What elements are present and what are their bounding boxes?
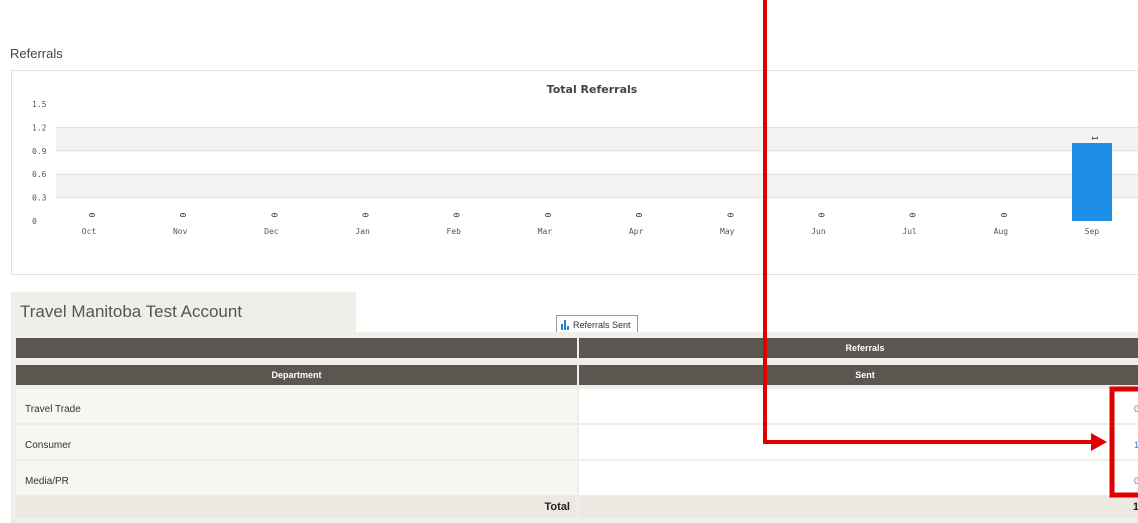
table-header-department: Department [16, 365, 577, 385]
legend-label: Referrals Sent [573, 320, 631, 330]
y-tick-label: 0.9 [32, 147, 47, 156]
x-tick-label: Feb [447, 227, 462, 236]
account-name-tab: Travel Manitoba Test Account [11, 292, 356, 332]
x-tick-label: Nov [173, 227, 188, 236]
data-label: 0 [999, 213, 1008, 218]
data-label: 1 [1090, 136, 1099, 141]
y-tick-label: 1.2 [32, 123, 47, 132]
x-tick-label: Jun [811, 227, 826, 236]
data-label: 0 [361, 213, 370, 218]
data-label: 0 [178, 213, 187, 218]
table-row-department: Travel Trade [16, 389, 577, 423]
section-title: Referrals [10, 46, 63, 61]
y-tick-label: 0.3 [32, 194, 47, 203]
x-tick-label: Jul [902, 227, 917, 236]
data-label: 0 [816, 213, 825, 218]
x-tick-label: Oct [82, 227, 97, 236]
table-header-referrals: Referrals [579, 338, 1138, 358]
bar-chart-icon [561, 320, 569, 330]
table-total-label: Total [16, 496, 577, 518]
data-label: 0 [725, 213, 734, 218]
table-header-blank [16, 338, 577, 358]
data-label: 0 [908, 213, 917, 218]
table-total-value: 1 [579, 496, 1138, 518]
chart-title: Total Referrals [547, 83, 638, 96]
data-label: 0 [269, 213, 278, 218]
x-tick-label: May [720, 227, 735, 236]
x-tick-label: Sep [1085, 227, 1100, 236]
table-row-sent-link[interactable]: 0 [579, 389, 1138, 423]
y-tick-label: 0.6 [32, 170, 47, 179]
grid-band [56, 174, 1138, 198]
data-label: 0 [634, 213, 643, 218]
chart-svg: 0 0.3 0.6 0.9 1.2 1.5 Total Referrals Oct 0 Nov 0 D… [32, 83, 1138, 236]
table-row-department: Media/PR [16, 461, 577, 495]
referrals-table: Referrals Department Sent Travel Trade 0… [11, 332, 1138, 523]
data-label: 0 [87, 213, 96, 218]
bar [1072, 143, 1112, 221]
y-tick-label: 0 [32, 217, 37, 226]
x-tick-label: Jan [355, 227, 370, 236]
table-row-department: Consumer [16, 425, 577, 459]
x-tick-label: Aug [994, 227, 1009, 236]
y-tick-label: 1.5 [32, 100, 47, 109]
table-row-sent-link[interactable]: 1 [579, 425, 1138, 459]
table-row-sent-link[interactable]: 0 [579, 461, 1138, 495]
data-label: 0 [452, 213, 461, 218]
x-tick-label: Dec [264, 227, 279, 236]
table-header-sent: Sent [579, 365, 1138, 385]
referrals-chart: 0 0.3 0.6 0.9 1.2 1.5 Total Referrals Oct 0 Nov 0 D… [11, 70, 1138, 335]
grid-band [56, 127, 1138, 151]
x-tick-label: Mar [538, 227, 553, 236]
x-tick-label: Apr [629, 227, 644, 236]
data-label: 0 [543, 213, 552, 218]
